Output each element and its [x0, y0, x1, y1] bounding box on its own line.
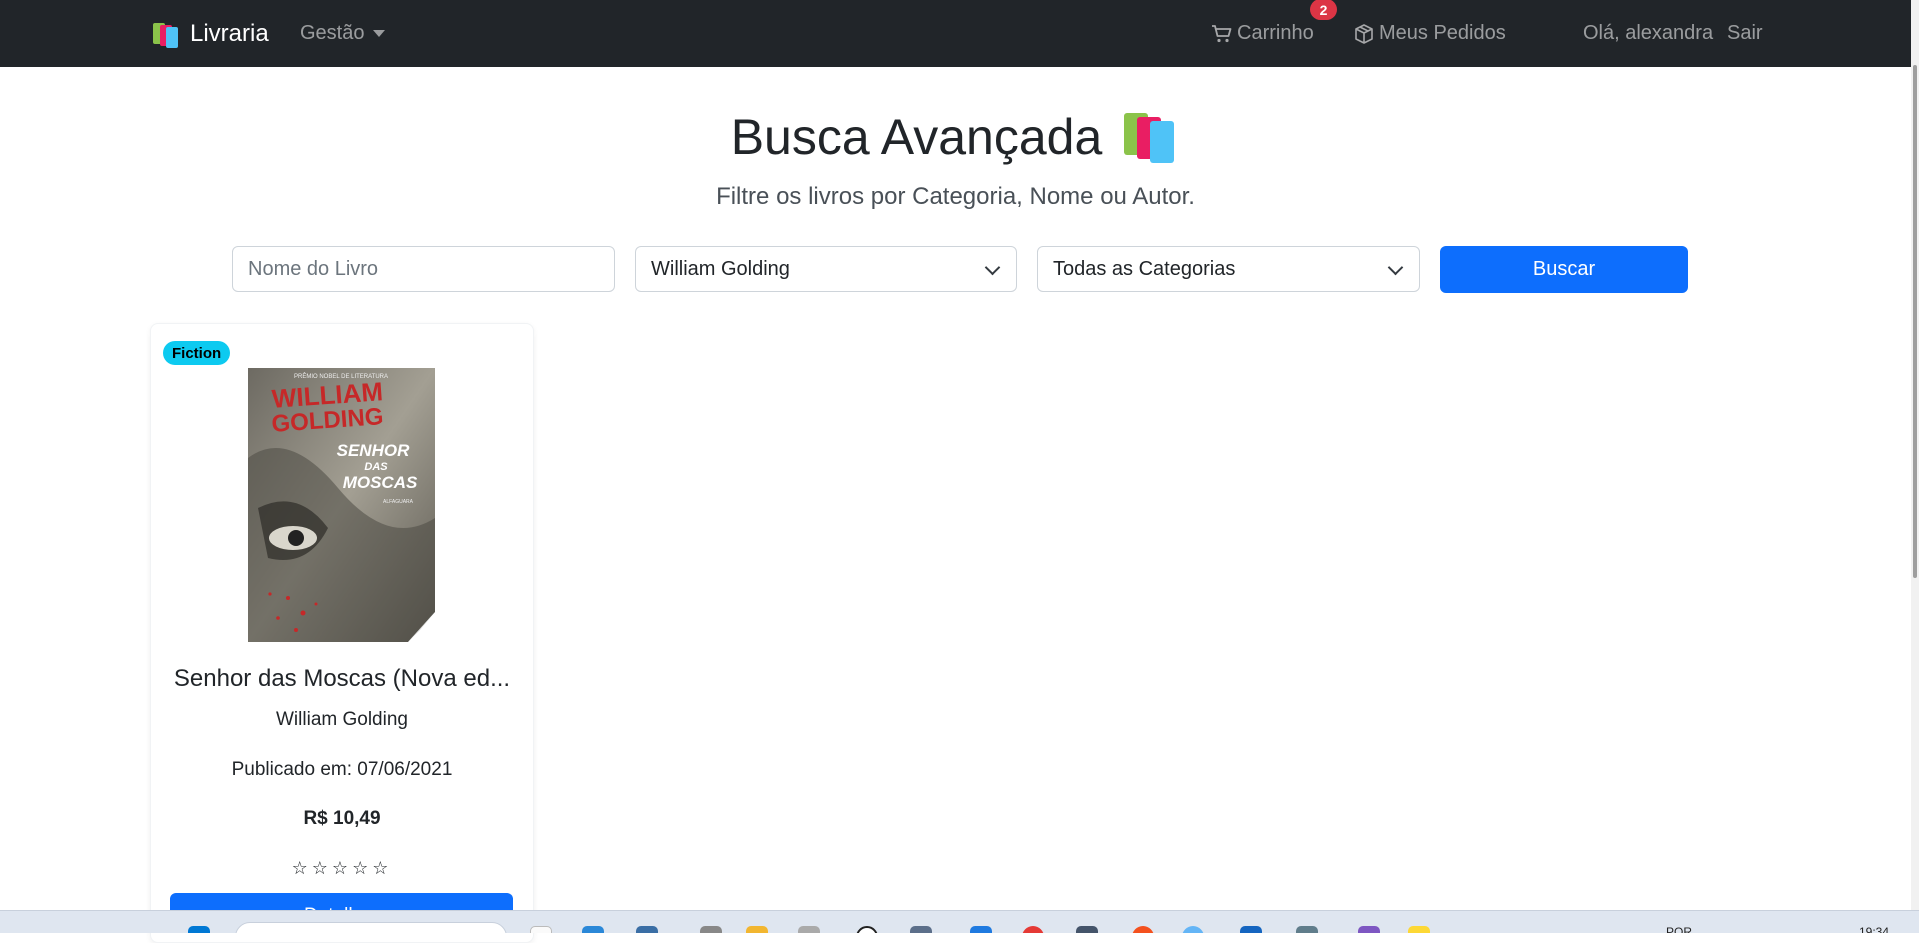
author-select-value: William Golding [651, 257, 790, 280]
chrome-icon[interactable] [1022, 926, 1044, 933]
cover-title-line3: MOSCAS [343, 473, 418, 492]
brand-link[interactable]: Livraria [153, 17, 269, 51]
book-name-input[interactable] [248, 257, 614, 281]
file-explorer-icon[interactable] [746, 926, 768, 933]
book-author: William Golding [276, 709, 408, 730]
app-icon[interactable] [1296, 926, 1318, 933]
page-title: Busca Avançada [730, 109, 1103, 165]
books-icon [153, 21, 181, 48]
cover-illustration: PRÊMIO NOBEL DE LITERATURA WILLIAM GOLDI… [248, 368, 435, 642]
page-heading: Busca Avançada [0, 108, 1911, 166]
search-button[interactable]: Buscar [1440, 246, 1688, 293]
chevron-down-icon [984, 259, 1001, 276]
cover-title-line1: SENHOR [337, 441, 410, 460]
widgets-icon[interactable] [582, 926, 604, 933]
vscode-icon[interactable] [970, 926, 992, 933]
os-taskbar: POR 19:34 [0, 910, 1919, 933]
navbar: Livraria Gestão Carrinho 2 Meus Pedidos … [0, 0, 1919, 67]
books-icon [1124, 111, 1180, 163]
category-select[interactable]: Todas as Categorias [1037, 246, 1420, 292]
greeting-text: Olá, alexandra [1583, 22, 1714, 44]
box-icon [1355, 23, 1373, 44]
orders-label: Meus Pedidos [1379, 22, 1506, 44]
app-icon[interactable] [1182, 926, 1204, 933]
orders-link[interactable]: Meus Pedidos [1353, 22, 1506, 45]
task-view-icon[interactable] [530, 926, 552, 933]
chevron-down-icon [1387, 259, 1404, 276]
gestao-label: Gestão [300, 22, 365, 44]
book-name-field[interactable] [232, 246, 615, 292]
cart-count-badge: 2 [1310, 0, 1337, 20]
scrollbar-thumb[interactable] [1913, 65, 1917, 578]
caret-down-icon [373, 30, 386, 37]
windows-start-icon[interactable] [188, 926, 210, 933]
page-subtitle: Filtre os livros por Categoria, Nome ou … [716, 183, 1195, 210]
app-icon[interactable] [636, 926, 658, 933]
book-published-date: Publicado em: 07/06/2021 [231, 759, 453, 780]
book-cover-image[interactable]: PRÊMIO NOBEL DE LITERATURA WILLIAM GOLDI… [248, 368, 435, 642]
cover-title-line2: DAS [364, 461, 388, 473]
brand-label: Livraria [190, 20, 269, 47]
app-icon[interactable] [1132, 926, 1154, 933]
app-icon[interactable] [1408, 926, 1430, 933]
book-title[interactable]: Senhor das Moscas (Nova ed... [150, 665, 534, 693]
author-select[interactable]: William Golding [635, 246, 1017, 292]
github-icon[interactable] [856, 926, 878, 933]
app-icon[interactable] [1076, 926, 1098, 933]
keyboard-language[interactable]: POR [1666, 925, 1692, 933]
notepad-icon[interactable] [798, 926, 820, 933]
category-badge: Fiction [163, 341, 231, 365]
app-icon[interactable] [700, 926, 722, 933]
book-price: R$ 10,49 [303, 808, 381, 829]
app-icon[interactable] [910, 926, 932, 933]
cart-link[interactable]: Carrinho [1211, 22, 1314, 45]
app-icon[interactable] [1240, 926, 1262, 933]
logout-link[interactable]: Sair [1727, 22, 1763, 45]
gestao-dropdown[interactable]: Gestão [300, 22, 386, 45]
visual-studio-icon[interactable] [1358, 926, 1380, 933]
clock-time[interactable]: 19:34 [1859, 925, 1889, 933]
taskbar-search-box[interactable] [235, 922, 507, 933]
rating-stars[interactable]: ☆☆☆☆☆ [150, 858, 534, 879]
cart-label: Carrinho [1237, 22, 1314, 44]
category-select-value: Todas as Categorias [1053, 257, 1236, 280]
cover-publisher: ALFAGUARA [383, 499, 414, 505]
cart-icon [1212, 24, 1232, 42]
